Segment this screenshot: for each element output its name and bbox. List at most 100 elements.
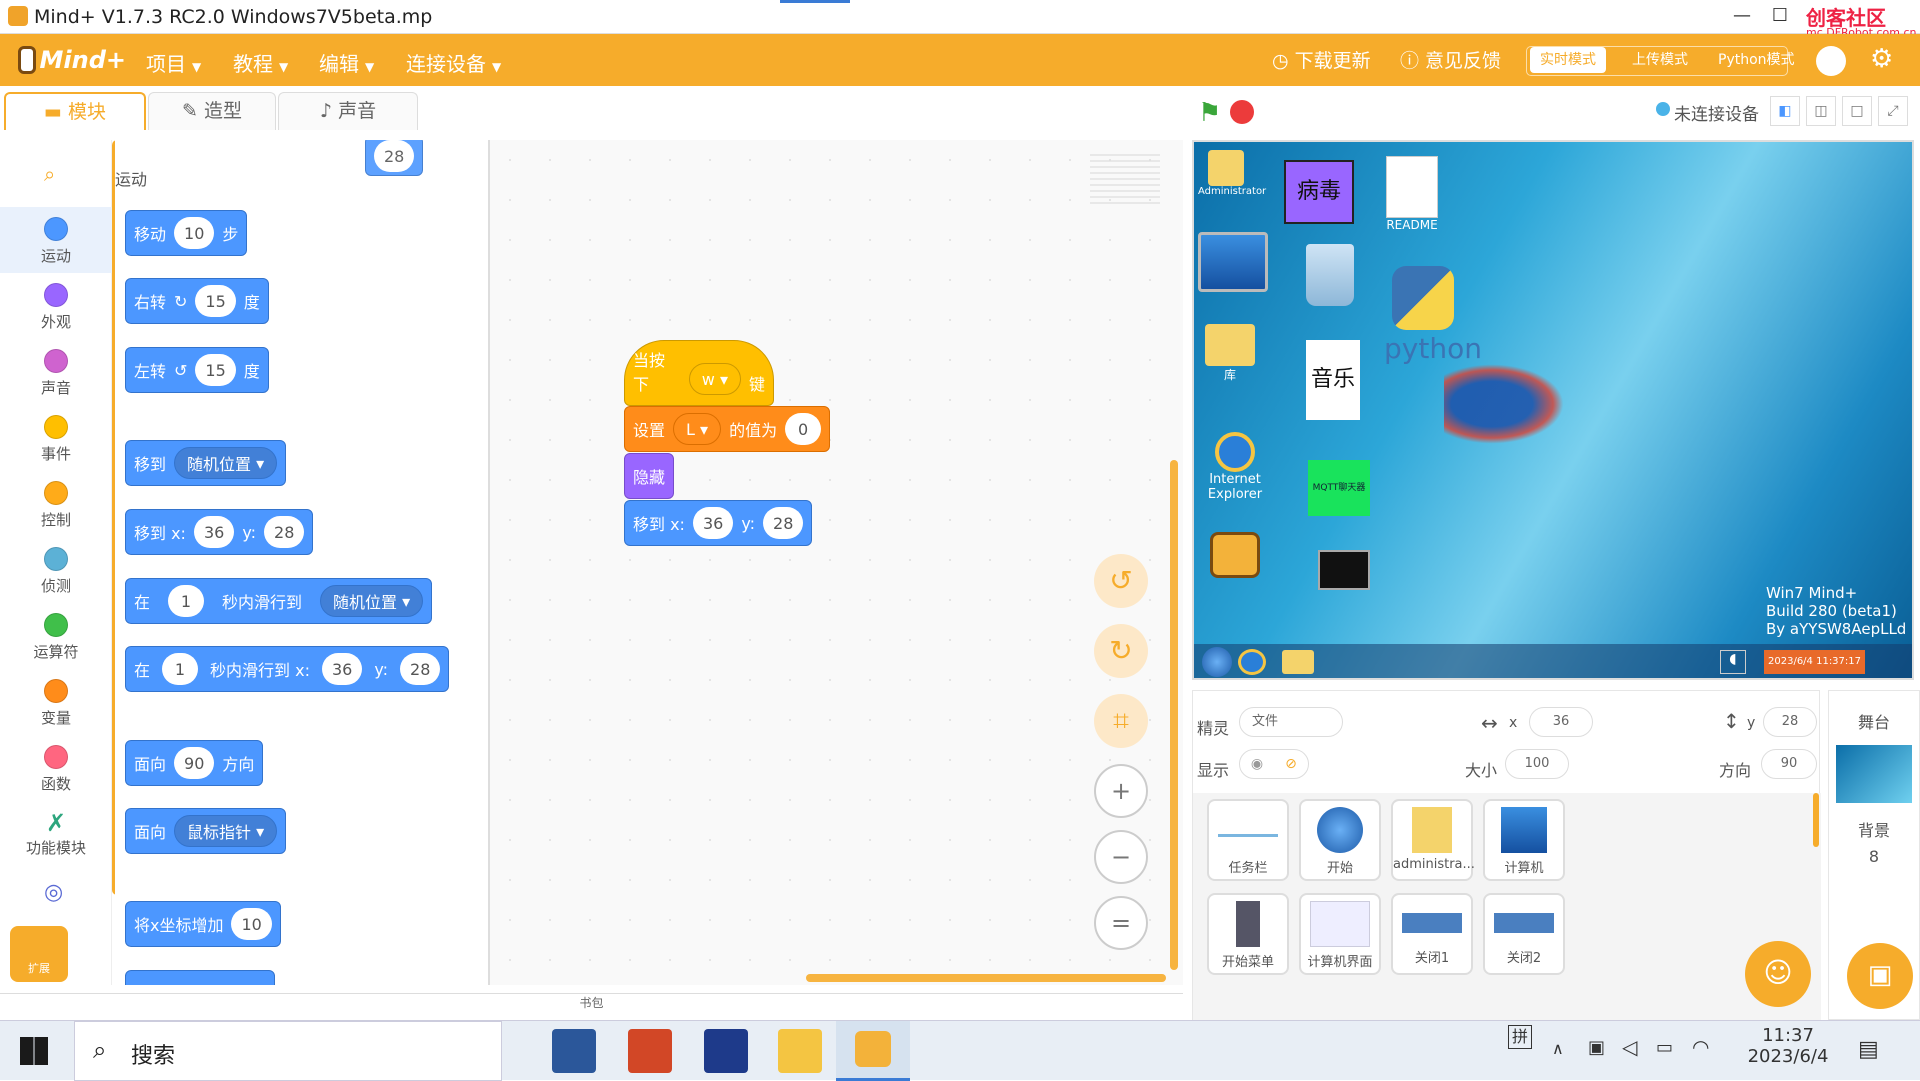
minimize-button[interactable]: — — [1722, 2, 1762, 30]
eye-off-icon[interactable]: ⊘ — [1274, 750, 1308, 778]
sprite-item[interactable]: 任务栏 — [1207, 799, 1289, 881]
menu-project[interactable]: 项目 ▼ — [146, 48, 201, 77]
word-icon[interactable] — [552, 1029, 596, 1073]
block-input[interactable]: 0 — [785, 413, 822, 445]
zoom-reset-icon[interactable]: = — [1094, 896, 1148, 950]
user-avatar[interactable] — [1816, 46, 1846, 76]
hide-block[interactable]: 隐藏 — [624, 453, 675, 499]
category-functions[interactable]: 函数 — [0, 735, 112, 801]
sprite-item[interactable]: 计算机界面 — [1299, 893, 1381, 975]
block-input[interactable]: 28 — [763, 507, 804, 539]
script-workspace[interactable]: 当按下 w ▾ 键 设置 L ▾ 的值为 0 隐藏 移到 x: 36 y: 28 ↺ ↻ ⌗ +… — [490, 140, 1183, 985]
music-sprite[interactable]: 音乐 — [1306, 340, 1360, 420]
sprite-item[interactable]: 关闭1 — [1391, 893, 1473, 975]
add-backdrop-icon[interactable]: ▣ — [1847, 943, 1913, 1009]
computer-icon[interactable] — [1198, 232, 1268, 292]
category-looks[interactable]: 外观 — [0, 273, 112, 339]
category-function-modules[interactable]: ✗ 功能模块 — [0, 801, 112, 867]
zoom-out-icon[interactable]: − — [1094, 830, 1148, 884]
virus-sprite[interactable]: 病毒 — [1284, 160, 1354, 224]
volume-icon[interactable]: ◁ — [1622, 1035, 1637, 1059]
sprite-direction-input[interactable]: 90 — [1761, 749, 1817, 779]
full-stage-icon[interactable]: □ — [1842, 96, 1872, 126]
set-variable-block[interactable]: 设置 L ▾ 的值为 0 — [624, 406, 831, 452]
upload-mode-button[interactable]: 上传模式 — [1622, 47, 1698, 73]
ie-icon[interactable] — [1238, 649, 1266, 675]
palette-block-point-direction[interactable]: 面向 90 方向 — [125, 740, 264, 786]
desktop-icon-internet-explorer[interactable]: Internet Explorer — [1200, 432, 1270, 502]
taskbar-clock[interactable]: 11:37 2023/6/4 — [1742, 1025, 1834, 1067]
python-logo-icon[interactable] — [1392, 266, 1454, 330]
category-events[interactable]: 事件 — [0, 405, 112, 471]
menu-connect-device[interactable]: 连接设备 ▼ — [406, 48, 501, 77]
folder-icon[interactable] — [1282, 650, 1314, 674]
stage-selector[interactable]: 舞台 背景 8 ▣ — [1828, 690, 1920, 1020]
large-stage-icon[interactable]: ◫ — [1806, 96, 1836, 126]
extensions-button[interactable]: 扩展 — [10, 926, 68, 982]
menu-edit[interactable]: 编辑 ▼ — [319, 48, 374, 77]
recycle-bin-icon[interactable] — [1306, 244, 1354, 306]
notification-icon[interactable]: ▤ — [1858, 1037, 1879, 1062]
block-dropdown[interactable]: 随机位置 ▾ — [320, 585, 424, 617]
stop-icon[interactable] — [1230, 100, 1254, 124]
block-input[interactable]: 10 — [174, 217, 215, 249]
block-input[interactable]: 10 — [231, 908, 272, 940]
palette-block-turn-right[interactable]: 右转 ↻ 15 度 — [125, 278, 269, 324]
tab-costumes[interactable]: ✎ 造型 — [148, 92, 276, 130]
workspace-vertical-scrollbar[interactable] — [1170, 460, 1178, 970]
redo-icon[interactable]: ↻ — [1094, 624, 1148, 678]
taskbar-search-box[interactable]: ⌕ 搜索 — [74, 1021, 502, 1081]
category-variables[interactable]: 变量 — [0, 669, 112, 735]
block-input[interactable]: 1 — [162, 653, 199, 685]
block-input[interactable]: 36 — [692, 507, 734, 539]
block-input[interactable]: 28 — [264, 516, 305, 548]
network-icon[interactable]: ◠ — [1692, 1035, 1709, 1059]
globe-icon[interactable]: ◎ — [44, 880, 63, 905]
sprite-y-input[interactable]: 28 — [1763, 707, 1817, 737]
eye-icon[interactable]: ◉ — [1240, 750, 1274, 778]
palette-block-move[interactable]: 移动 10 步 — [125, 210, 248, 256]
block-input[interactable]: 28 — [374, 140, 415, 172]
block-input[interactable]: 15 — [195, 354, 236, 386]
realtime-mode-button[interactable]: 实时模式 — [1530, 47, 1606, 73]
win7-start-orb-icon[interactable] — [1202, 647, 1232, 677]
desktop-icon-administrator[interactable]: Administrator — [1198, 150, 1266, 197]
sprite-name-input[interactable]: 文件 — [1239, 707, 1343, 737]
mindplus-taskbar-item[interactable] — [836, 1021, 910, 1081]
sprite-item[interactable]: 计算机 — [1483, 799, 1565, 881]
block-dropdown[interactable]: 随机位置 ▾ — [174, 447, 278, 479]
palette-block-goto-xy[interactable]: 移到 x: 36 y: 28 — [125, 509, 314, 555]
sprite-size-input[interactable]: 100 — [1505, 749, 1569, 779]
palette-block-change-x[interactable]: 将x坐标增加 10 — [125, 901, 281, 947]
palette-block-glide-xy[interactable]: 在 1 秒内滑行到 x: 36 y: 28 — [125, 646, 450, 692]
desktop-icon-readme[interactable]: README — [1384, 156, 1440, 232]
workspace-horizontal-scrollbar[interactable] — [806, 974, 1166, 982]
block-dropdown[interactable]: 鼠标指针 ▾ — [174, 815, 278, 847]
mindplus-robot-icon[interactable] — [1210, 532, 1260, 578]
palette-block-glide-random[interactable]: 在 1 秒内滑行到 随机位置 ▾ — [125, 578, 433, 624]
sprite-list-scrollbar[interactable] — [1813, 793, 1819, 847]
terminal-icon[interactable] — [1318, 550, 1370, 590]
betta-fish-image[interactable] — [1444, 364, 1564, 444]
crop-icon[interactable]: ⌗ — [1094, 694, 1148, 748]
palette-block-partial-bottom[interactable] — [125, 970, 275, 985]
stage-canvas[interactable]: Administrator 病毒 README python 库 音乐 Inte… — [1192, 140, 1914, 680]
stage-thumbnail[interactable] — [1836, 745, 1912, 803]
sprite-item[interactable]: 开始 — [1299, 799, 1381, 881]
palette-block-partial[interactable]: 28 — [365, 140, 424, 176]
block-input[interactable]: 36 — [321, 653, 363, 685]
block-input[interactable]: 90 — [174, 747, 215, 779]
battery-icon[interactable]: ▭ — [1656, 1037, 1673, 1058]
green-flag-icon[interactable]: ⚑ — [1198, 98, 1221, 128]
fullscreen-icon[interactable]: ⤢ — [1878, 96, 1908, 126]
key-dropdown[interactable]: w ▾ — [688, 363, 741, 395]
block-input[interactable]: 1 — [168, 585, 205, 617]
mqtt-chat-sprite[interactable]: MQTT聊天器 — [1308, 460, 1370, 516]
sprite-item[interactable]: 关闭2 — [1483, 893, 1565, 975]
category-operators[interactable]: 运算符 — [0, 603, 112, 669]
sprite-item[interactable]: administra... — [1391, 799, 1475, 881]
goto-xy-block[interactable]: 移到 x: 36 y: 28 — [624, 500, 813, 546]
category-sound[interactable]: 声音 — [0, 339, 112, 405]
variable-dropdown[interactable]: L ▾ — [673, 413, 722, 445]
tab-sounds[interactable]: ♪ 声音 — [278, 92, 418, 130]
